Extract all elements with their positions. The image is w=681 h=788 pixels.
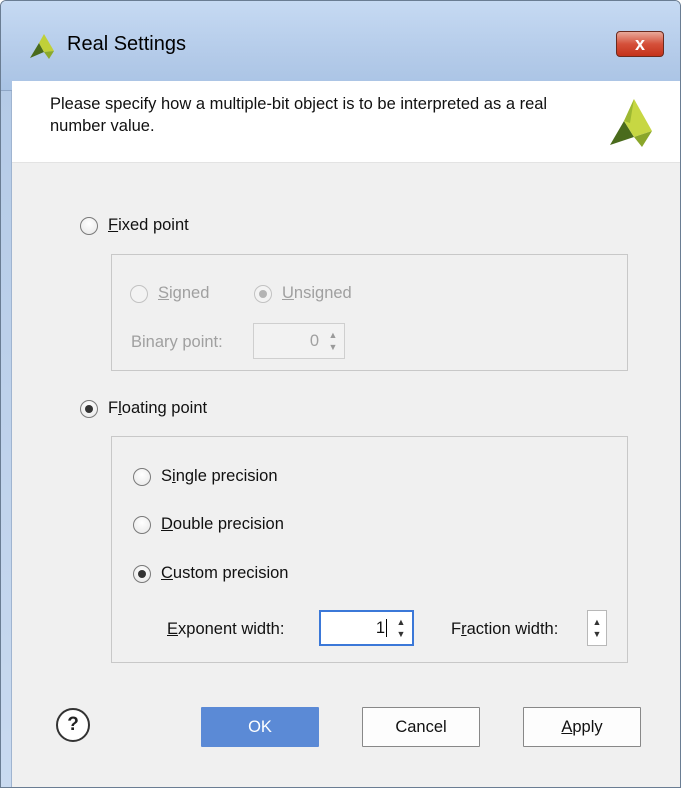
custom-precision-radio[interactable]: Custom precision — [133, 564, 288, 583]
signed-label: Signed — [158, 284, 210, 302]
signed-radio[interactable]: Signed — [130, 284, 209, 303]
ok-button[interactable]: OK — [201, 707, 319, 747]
floating-point-radio[interactable]: Floating point — [80, 399, 207, 418]
real-settings-dialog: Real Settings x Please specify how a mul… — [0, 0, 681, 788]
window-title: Real Settings — [67, 33, 186, 55]
unsigned-radio[interactable]: Unsigned — [254, 284, 352, 303]
floating-point-group: Single precision Double precision Custom… — [111, 436, 628, 663]
exponent-width-spinner[interactable]: 1 ▲ ▼ — [319, 610, 414, 646]
apply-button[interactable]: Apply — [523, 707, 641, 747]
fraction-width-label: Fraction width: — [451, 620, 559, 638]
unsigned-radio-indicator[interactable] — [254, 284, 272, 303]
spinner-down-icon[interactable]: ▼ — [593, 629, 602, 639]
spinner-up-icon[interactable]: ▲ — [593, 617, 602, 627]
binary-point-spinner[interactable]: 0 ▲ ▼ — [253, 323, 345, 359]
custom-precision-radio-indicator[interactable] — [133, 564, 151, 583]
spinner-down-icon[interactable]: ▼ — [397, 629, 406, 639]
cancel-button[interactable]: Cancel — [362, 707, 480, 747]
fixed-point-group: Signed Unsigned Binary point: 0 ▲ ▼ — [111, 254, 628, 371]
fixed-point-radio[interactable]: Fixed point — [80, 216, 189, 235]
header-description: Please specify how a multiple-bit object… — [50, 95, 548, 135]
single-precision-label: Single precision — [161, 467, 278, 485]
fixed-point-label: Fixed point — [108, 216, 189, 234]
spinner-up-icon[interactable]: ▲ — [397, 617, 406, 627]
single-precision-radio-indicator[interactable] — [133, 467, 151, 486]
fixed-point-radio-indicator[interactable] — [80, 216, 98, 235]
unsigned-label: Unsigned — [282, 284, 352, 302]
title-bar[interactable]: Real Settings x — [1, 1, 680, 91]
custom-precision-label: Custom precision — [161, 564, 289, 582]
binary-point-value: 0 — [309, 331, 319, 350]
signed-radio-indicator[interactable] — [130, 284, 148, 303]
xilinx-logo-icon — [610, 99, 652, 147]
floating-point-label: Floating point — [108, 399, 208, 417]
floating-point-radio-indicator[interactable] — [80, 399, 98, 418]
double-precision-radio-indicator[interactable] — [133, 515, 151, 534]
dialog-header: Please specify how a multiple-bit object… — [12, 81, 680, 163]
spinner-down-icon[interactable]: ▼ — [329, 342, 338, 352]
window-frame-left — [1, 91, 12, 787]
single-precision-radio[interactable]: Single precision — [133, 467, 278, 486]
binary-point-label: Binary point: — [131, 333, 223, 351]
spinner-up-icon[interactable]: ▲ — [329, 330, 338, 340]
close-icon: x — [634, 33, 645, 54]
fraction-width-spinner[interactable]: ▲ ▼ — [587, 610, 607, 646]
close-button[interactable]: x — [616, 31, 664, 57]
exponent-width-label: Exponent width: — [167, 620, 285, 638]
help-icon: ? — [67, 714, 79, 735]
exponent-width-value[interactable]: 1 — [321, 619, 393, 638]
help-button[interactable]: ? — [56, 708, 90, 742]
xilinx-logo-icon — [30, 34, 54, 59]
double-precision-label: Double precision — [161, 515, 284, 533]
text-caret — [386, 619, 387, 638]
double-precision-radio[interactable]: Double precision — [133, 515, 284, 534]
